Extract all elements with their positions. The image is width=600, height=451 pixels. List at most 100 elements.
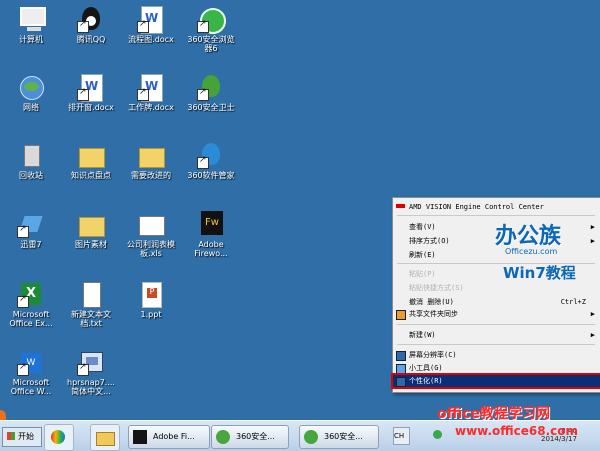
network-icon <box>17 73 45 101</box>
desktop-icon-label: 需要改进的 <box>131 171 171 180</box>
excel-icon: X <box>17 280 45 308</box>
desktop-icon-computer[interactable]: 计算机 <box>0 5 62 61</box>
menu-separator <box>397 344 595 345</box>
menu-item-label: 查看(V) <box>409 223 436 231</box>
taskbar-item-360-2[interactable]: 360安全... <box>299 425 379 449</box>
browser-icon <box>216 430 230 444</box>
desktop-icon-label: hprsnap7.... 简体中文... <box>67 378 115 396</box>
menu-item-personalize[interactable]: 个性化(R) <box>391 373 600 389</box>
menu-item-label: AMD VISION Engine Control Center <box>409 203 544 211</box>
word-document-icon <box>77 73 105 102</box>
desktop-icon-label: 图片素材 <box>75 240 107 249</box>
spreadsheet-icon <box>137 210 165 238</box>
desktop-icon-label: Microsoft Office W... <box>10 378 52 396</box>
folder-icon <box>77 210 105 238</box>
quick-launch-button[interactable] <box>44 424 74 451</box>
desktop-icon-360-browser[interactable]: 360安全浏览 器6 <box>180 5 242 61</box>
desktop-icon-label: Adobe Firewo... <box>194 240 228 258</box>
desktop-icon-360-security[interactable]: 360安全卫士 <box>180 73 242 129</box>
brand-watermark: office教程学习网 <box>437 406 551 422</box>
personalize-icon <box>396 377 406 387</box>
desktop-icon-knowledge-folder[interactable]: 知识点盘点 <box>60 141 122 197</box>
desktop-icon-label: 计算机 <box>19 35 43 44</box>
folder-icon <box>77 141 105 169</box>
amd-icon <box>396 204 405 208</box>
menu-item-label: 撤消 删除(U) <box>409 298 454 306</box>
menu-item-undo-delete[interactable]: 撤消 删除(U) Ctrl+Z <box>393 296 600 308</box>
menu-item-refresh[interactable]: 刷新(E) <box>393 249 600 261</box>
menu-item-label: 屏幕分辨率(C) <box>409 351 457 359</box>
desktop-icon-hprsnap[interactable]: hprsnap7.... 简体中文... <box>60 348 122 404</box>
qq-icon <box>77 5 105 33</box>
desktop-icon-profit-xls[interactable]: 公司利润表模 板.xls <box>120 210 182 266</box>
thunder-icon <box>17 210 45 238</box>
computer-icon <box>17 5 46 33</box>
file-explorer-button[interactable] <box>90 424 120 451</box>
submenu-arrow-icon: ▶ <box>590 237 595 245</box>
taskbar-item-adobe[interactable]: Adobe Fi... <box>128 425 210 449</box>
menu-separator <box>397 324 595 325</box>
powerpoint-icon <box>137 280 165 308</box>
start-button[interactable]: 开始 <box>2 427 42 447</box>
desktop-icon-excel[interactable]: X Microsoft Office Ex... <box>0 280 62 336</box>
word-document-icon <box>137 73 165 102</box>
word-document-icon <box>137 5 165 34</box>
menu-item-shared-folder-sync[interactable]: 共享文件夹同步 ▶ <box>393 308 600 320</box>
desktop-icon-label: Microsoft Office Ex... <box>9 310 53 328</box>
desktop-icon-thunder[interactable]: 迅雷7 <box>0 210 62 266</box>
display-icon <box>396 351 406 361</box>
office-logo-watermark: 办公族 <box>495 224 562 249</box>
software-manager-icon <box>197 141 225 169</box>
desktop-icon-label: 迅雷7 <box>20 240 42 249</box>
desktop-icon-badge-docx[interactable]: 工作牌.docx <box>120 73 182 129</box>
folder-icon <box>96 432 115 446</box>
browser-icon <box>304 430 318 444</box>
desktop-icon-recycle-bin[interactable]: 回收站 <box>0 141 62 197</box>
desktop-icon-schedule-docx[interactable]: 排开窗.docx <box>60 73 122 129</box>
menu-item-label: 小工具(G) <box>409 364 443 372</box>
desktop-icon-image-folder[interactable]: 图片素材 <box>60 210 122 266</box>
desktop-icon-ppt[interactable]: 1.ppt <box>120 280 182 336</box>
taskbar-item-label: 360安全... <box>236 432 275 441</box>
security-icon <box>197 73 225 101</box>
snapshot-icon <box>77 348 105 376</box>
desktop-icon-label: 流程图.docx <box>128 35 174 44</box>
desktop-icon-label: 腾讯QQ <box>76 35 106 44</box>
menu-item-label: 个性化(R) <box>409 377 443 385</box>
word-app-icon: W <box>17 348 45 376</box>
desktop-icon-word-app[interactable]: W Microsoft Office W... <box>0 348 62 404</box>
desktop-icon-fireworks[interactable]: Fw Adobe Firewo... <box>180 210 242 266</box>
desktop-icon-label: 新建文本文 档.txt <box>71 310 111 328</box>
menu-item-label: 共享文件夹同步 <box>409 310 458 318</box>
browser-icon <box>197 5 226 34</box>
menu-item-gadgets[interactable]: 小工具(G) <box>393 362 600 374</box>
desktop-icon-flowchart-docx[interactable]: 流程图.docx <box>120 5 182 61</box>
menu-item-label: 粘贴(P) <box>409 270 436 278</box>
menu-item-screen-resolution[interactable]: 屏幕分辨率(C) <box>393 349 600 361</box>
taskbar-item-label: 360安全... <box>324 432 363 441</box>
tray-security-icon[interactable] <box>433 430 442 439</box>
desktop-icon-new-text[interactable]: 新建文本文 档.txt <box>60 280 122 336</box>
menu-item-label: 粘贴快捷方式(S) <box>409 284 464 292</box>
win7-tutorial-watermark: Win7教程 <box>503 264 576 282</box>
taskbar-item-label: Adobe Fi... <box>153 432 195 441</box>
menu-item-shortcut: Ctrl+Z <box>560 298 586 306</box>
menu-item-label: 新建(W) <box>409 331 436 339</box>
sync-icon <box>396 310 406 320</box>
desktop-icon-improve-folder[interactable]: 需要改进的 <box>120 141 182 197</box>
start-label: 开始 <box>18 432 34 441</box>
menu-item-new[interactable]: 新建(W) ▶ <box>393 329 600 341</box>
desktop-icon-360-software[interactable]: 360软件管家 <box>180 141 242 197</box>
taskbar-item-360-1[interactable]: 360安全... <box>211 425 289 449</box>
desktop-icon-label: 公司利润表模 板.xls <box>127 240 175 258</box>
desktop-icon-qq[interactable]: 腾讯QQ <box>60 5 122 61</box>
app-icon <box>51 430 65 444</box>
desktop-icon-network[interactable]: 网络 <box>0 73 62 129</box>
gadget-icon <box>396 364 406 374</box>
menu-item-amd-vision[interactable]: AMD VISION Engine Control Center <box>393 201 600 213</box>
desktop-icon-label: 工作牌.docx <box>128 103 174 112</box>
input-method-indicator[interactable]: CH <box>393 427 410 445</box>
fireworks-icon <box>133 430 147 444</box>
desktop-icon-label: 360安全卫士 <box>187 103 235 112</box>
desktop-icon-label: 1.ppt <box>140 310 162 319</box>
